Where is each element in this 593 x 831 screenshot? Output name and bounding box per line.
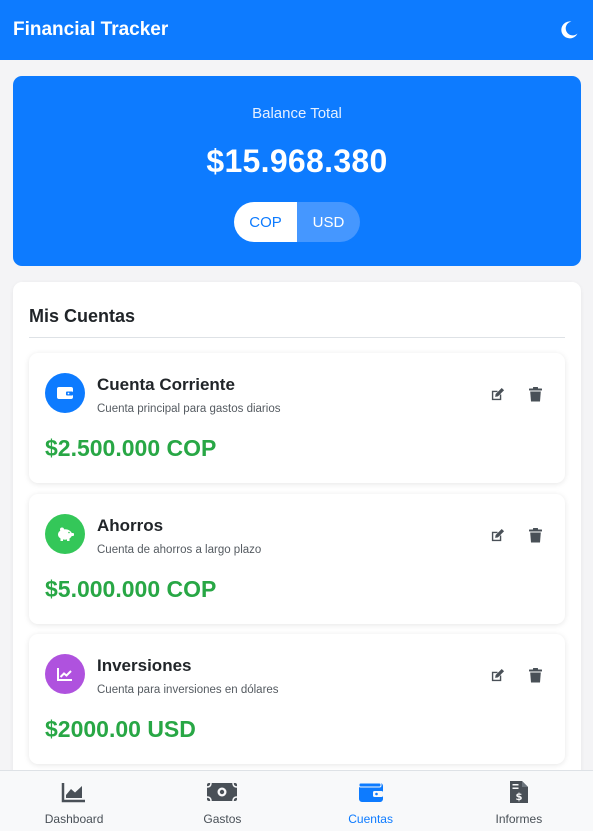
delete-account-button[interactable] <box>527 667 543 683</box>
app-header: Financial Tracker <box>0 0 593 60</box>
nav-item-dashboard[interactable]: Dashboard <box>0 771 148 831</box>
wallet-icon <box>358 782 383 802</box>
svg-text:$: $ <box>515 792 522 803</box>
bottom-nav: Dashboard Gastos Cuentas $ Informes <box>0 770 593 831</box>
nav-label: Gastos <box>203 812 242 826</box>
delete-account-button[interactable] <box>527 527 543 543</box>
edit-icon <box>491 668 504 681</box>
nav-item-informes[interactable]: $ Informes <box>445 771 593 831</box>
account-amount: $2.500.000 COP <box>45 435 217 461</box>
nav-label: Dashboard <box>44 812 104 826</box>
balance-value: $15.968.380 <box>206 143 388 179</box>
account-card[interactable]: Inversiones Cuenta para inversiones en d… <box>29 634 565 764</box>
account-name: Inversiones <box>97 656 192 675</box>
money-bill-icon <box>207 782 238 802</box>
edit-icon <box>491 387 504 400</box>
chart-line-icon <box>45 654 85 694</box>
edit-icon <box>491 528 504 541</box>
balance-card: Balance Total $15.968.380 COP USD <box>13 76 581 266</box>
edit-account-button[interactable] <box>489 386 505 402</box>
account-card[interactable]: Ahorros Cuenta de ahorros a largo plazo … <box>29 494 565 624</box>
chart-area-icon <box>61 783 86 803</box>
delete-account-button[interactable] <box>527 386 543 402</box>
currency-cop-button[interactable]: COP <box>234 202 297 242</box>
account-description: Cuenta principal para gastos diarios <box>97 403 281 415</box>
piggy-bank-icon <box>45 514 85 554</box>
nav-item-gastos[interactable]: Gastos <box>148 771 296 831</box>
account-description: Cuenta de ahorros a largo plazo <box>97 544 262 556</box>
currency-usd-button[interactable]: USD <box>297 202 360 242</box>
app-title: Financial Tracker <box>13 19 169 40</box>
edit-account-button[interactable] <box>489 667 505 683</box>
account-card[interactable]: Cuenta Corriente Cuenta principal para g… <box>29 353 565 483</box>
accounts-panel: Mis Cuentas Cuenta Corriente Cuenta prin… <box>13 282 581 802</box>
account-name: Cuenta Corriente <box>97 375 235 394</box>
balance-label: Balance Total <box>252 105 342 122</box>
accounts-section-title: Mis Cuentas <box>29 306 136 326</box>
invoice-dollar-icon: $ <box>509 781 528 803</box>
trash-icon <box>528 667 542 682</box>
trash-icon <box>528 386 542 401</box>
nav-item-cuentas[interactable]: Cuentas <box>297 771 445 831</box>
wallet-icon <box>45 373 85 413</box>
account-amount: $2000.00 USD <box>45 716 196 742</box>
account-amount: $5.000.000 COP <box>45 576 217 602</box>
moon-icon <box>561 21 578 39</box>
section-divider <box>29 337 565 338</box>
trash-icon <box>528 527 542 542</box>
theme-toggle-button[interactable] <box>557 18 581 42</box>
edit-account-button[interactable] <box>489 527 505 543</box>
currency-toggle: COP USD <box>234 202 360 242</box>
account-description: Cuenta para inversiones en dólares <box>97 684 279 696</box>
nav-label: Cuentas <box>348 812 393 826</box>
account-name: Ahorros <box>97 516 164 535</box>
nav-label: Informes <box>495 812 543 826</box>
